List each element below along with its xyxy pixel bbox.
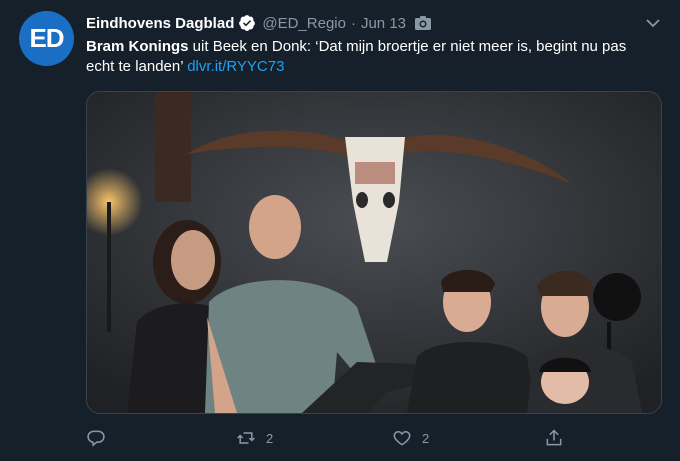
- share-icon: [546, 429, 562, 446]
- like-button[interactable]: 2: [392, 426, 429, 450]
- separator-dot: ·: [350, 14, 356, 32]
- heart-icon: [393, 430, 411, 446]
- chevron-down-icon[interactable]: [645, 16, 661, 30]
- verified-badge-icon: [238, 14, 256, 32]
- share-button[interactable]: [544, 426, 564, 450]
- like-count: 2: [422, 430, 430, 446]
- avatar-logo-text: ED: [29, 23, 64, 53]
- tweet-date[interactable]: Jun 13: [361, 15, 406, 32]
- tweet-text: Bram Konings uit Beek en Donk: ‘Dat mijn…: [86, 37, 656, 77]
- reply-icon: [87, 430, 105, 447]
- photo-icon: [414, 15, 432, 31]
- photo-illustration: [87, 92, 661, 413]
- tweet-text-bold: Bram Konings: [86, 38, 189, 55]
- action-bar: 2 2: [86, 426, 660, 450]
- author-name[interactable]: Eindhovens Dagblad: [86, 15, 234, 32]
- avatar[interactable]: ED: [19, 11, 74, 66]
- retweet-count: 2: [266, 430, 274, 446]
- author-handle[interactable]: @ED_Regio: [262, 15, 346, 32]
- retweet-button[interactable]: 2: [236, 426, 273, 450]
- reply-button[interactable]: [86, 426, 116, 450]
- retweet-icon: [237, 432, 255, 444]
- tweet-photo[interactable]: [86, 91, 662, 414]
- tweet-link[interactable]: dlvr.it/RYYC73: [187, 58, 284, 75]
- tweet-header: Eindhovens Dagblad @ED_Regio · Jun 13: [86, 12, 432, 34]
- tweet[interactable]: ED Eindhovens Dagblad @ED_Regio · Jun 13: [0, 0, 680, 461]
